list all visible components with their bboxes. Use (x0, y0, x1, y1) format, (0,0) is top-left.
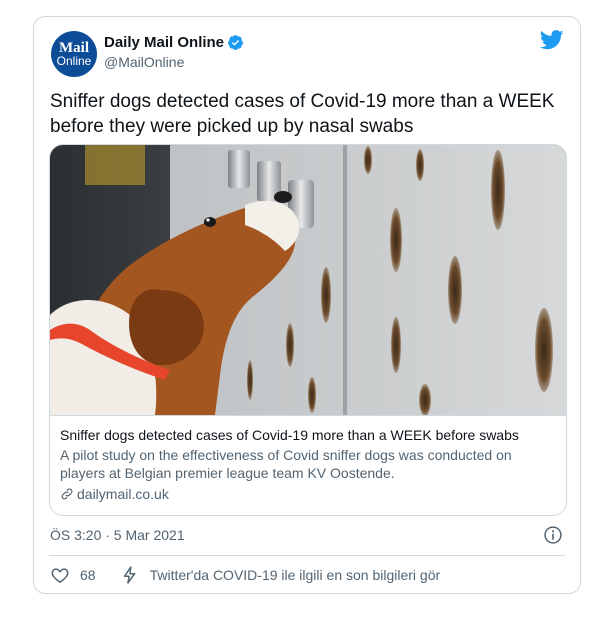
divider (49, 555, 565, 556)
avatar-text-line1: Mail (59, 39, 89, 56)
tweet-text: Sniffer dogs detected cases of Covid-19 … (50, 91, 555, 137)
lightning-bolt-icon (123, 566, 135, 584)
link-icon (61, 488, 73, 500)
card-description: A pilot study on the effectiveness of Co… (60, 447, 512, 481)
tweet-card[interactable]: Mail Online Daily Mail Online @MailOnlin… (33, 16, 581, 594)
tweet-timestamp[interactable]: ÖS 3:20 · 5 Mar 2021 (50, 527, 185, 543)
card-image[interactable] (50, 145, 566, 415)
avatar[interactable]: Mail Online (51, 31, 97, 77)
beagle-sniffing-wall-photo (50, 145, 566, 415)
info-icon[interactable] (543, 525, 563, 545)
heart-icon[interactable] (50, 565, 70, 585)
verified-badge-icon (228, 35, 243, 51)
author-name-row: Daily Mail Online (104, 34, 244, 51)
card-domain-text: dailymail.co.uk (77, 486, 169, 502)
card-domain[interactable]: dailymail.co.uk (60, 485, 558, 503)
covid-info-link[interactable]: Twitter'da COVID-19 ile ilgili en son bi… (150, 567, 441, 583)
link-card[interactable]: Sniffer dogs detected cases of Covid-19 … (49, 144, 567, 516)
card-body[interactable]: Sniffer dogs detected cases of Covid-19 … (50, 415, 566, 515)
author-handle[interactable]: @MailOnline (104, 54, 184, 70)
card-title[interactable]: Sniffer dogs detected cases of Covid-19 … (60, 426, 558, 444)
avatar-text-line2: Online (56, 53, 92, 68)
author-display-name[interactable]: Daily Mail Online (104, 34, 224, 51)
twitter-bird-icon[interactable] (540, 30, 564, 50)
tweet-actions: 68 Twitter'da COVID-19 ile ilgili en son… (50, 565, 440, 585)
like-count[interactable]: 68 (80, 567, 96, 583)
